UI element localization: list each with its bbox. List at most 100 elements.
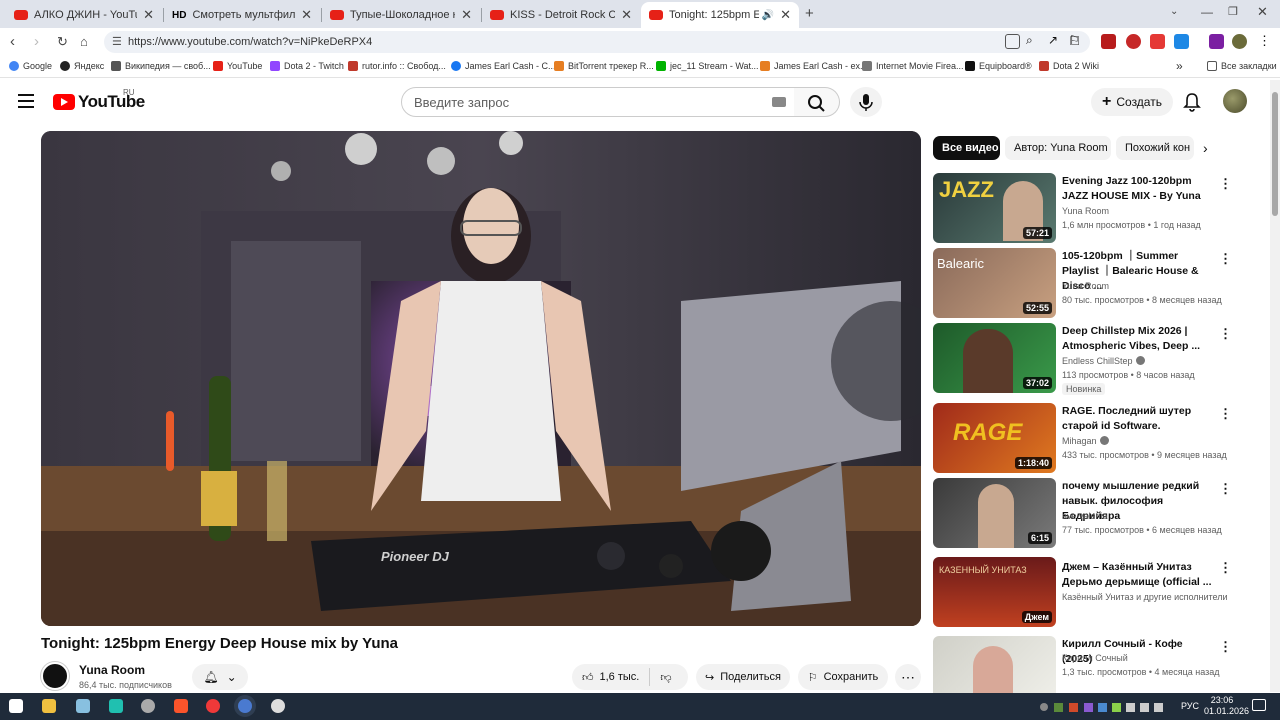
- system-tray-icons[interactable]: [1040, 700, 1168, 712]
- steam-icon[interactable]: [271, 699, 285, 713]
- browser-tab[interactable]: Тупые-Шоколадное кафе - Yo ✕: [322, 2, 480, 28]
- install-app-icon[interactable]: [1005, 34, 1020, 49]
- recommendation-title[interactable]: Evening Jazz 100-120bpm JAZZ HOUSE MIX -…: [1062, 174, 1212, 204]
- chip-author[interactable]: Автор: Yuna Room: [1005, 136, 1111, 160]
- browser-tab[interactable]: HD Смотреть мультфильмы Клаус о ✕: [164, 2, 320, 28]
- youtube-logo[interactable]: YouTube RU: [53, 88, 145, 112]
- close-icon[interactable]: ✕: [621, 7, 632, 23]
- video-thumbnail[interactable]: КАЗЕННЫЙ УНИТАЗ Джем: [933, 557, 1056, 627]
- recommendation-item[interactable]: 6:15 почему мышление редкий навык. филос…: [933, 478, 1233, 548]
- recommendation-channel[interactable]: ave.valeriia: [1062, 511, 1108, 521]
- kebab-menu-icon[interactable]: ⋮: [1219, 251, 1232, 267]
- bookmark-item[interactable]: James Earl Cash - C...: [451, 61, 556, 71]
- close-icon[interactable]: ✕: [780, 7, 791, 23]
- tab-search-icon[interactable]: ⌄: [1170, 6, 1178, 17]
- close-icon[interactable]: ✕: [143, 7, 154, 23]
- recommendation-title[interactable]: RAGE. Последний шутер старой id Software…: [1062, 404, 1212, 434]
- recommendation-channel[interactable]: Yuna Room: [1062, 281, 1109, 291]
- recommendation-item[interactable]: JAZZ 57:21 Evening Jazz 100-120bpm JAZZ …: [933, 173, 1233, 243]
- channel-avatar[interactable]: [41, 662, 69, 690]
- share-button[interactable]: ↪ Поделиться: [696, 664, 790, 690]
- page-scrollbar[interactable]: [1270, 80, 1280, 692]
- video-thumbnail[interactable]: Balearic 52:55: [933, 248, 1056, 318]
- recommendation-channel[interactable]: Казённый Унитаз и другие исполнители: [1062, 592, 1228, 602]
- bookmark-item[interactable]: Equipboard®: [965, 61, 1032, 71]
- kebab-menu-icon[interactable]: ⋮: [1219, 406, 1232, 422]
- search-input[interactable]: Введите запрос: [401, 87, 795, 117]
- speaker-icon[interactable]: 🔊: [762, 10, 774, 21]
- browser-icon-active[interactable]: [238, 699, 252, 713]
- bookmark-item[interactable]: Dota 2 - Twitch: [270, 61, 344, 71]
- browser-tab-active[interactable]: Tonight: 125bpm Energy D 🔊 ✕: [641, 2, 799, 28]
- site-info-icon[interactable]: ☰: [112, 35, 122, 48]
- video-thumbnail[interactable]: 6:15: [933, 478, 1056, 548]
- kebab-menu-icon[interactable]: ⋮: [1219, 326, 1232, 342]
- bookmark-item[interactable]: Википедия — своб...: [111, 61, 211, 71]
- extension-icon[interactable]: [1101, 34, 1116, 49]
- new-tab-button[interactable]: +: [805, 5, 814, 22]
- chip-similar[interactable]: Похожий кон: [1116, 136, 1194, 160]
- recommendation-channel[interactable]: Кирилл Сочный: [1062, 653, 1128, 663]
- app-icon[interactable]: [76, 699, 90, 713]
- save-button[interactable]: ⚐ Сохранить: [798, 664, 888, 690]
- kebab-menu-icon[interactable]: ⋮: [1219, 176, 1232, 192]
- sidebar-icon[interactable]: [1209, 34, 1224, 49]
- reload-icon[interactable]: ↻: [57, 34, 68, 50]
- keyboard-icon[interactable]: [772, 97, 786, 107]
- video-player[interactable]: Pioneer DJ: [41, 131, 921, 626]
- recommendation-title[interactable]: Джем – Казённый Унитаз Дерьмо дерьмище (…: [1062, 560, 1212, 590]
- chip-all-videos[interactable]: Все видео: [933, 136, 1000, 160]
- profile-icon[interactable]: [1232, 34, 1247, 49]
- bookmark-item[interactable]: Dota 2 Wiki: [1039, 61, 1099, 71]
- bookmarks-overflow-button[interactable]: »: [1176, 59, 1183, 73]
- share-page-icon[interactable]: ↗: [1048, 33, 1058, 47]
- window-close-icon[interactable]: ✕: [1257, 4, 1268, 20]
- close-icon[interactable]: ✕: [301, 7, 312, 23]
- app-icon[interactable]: [141, 699, 155, 713]
- clock[interactable]: 23:06 01.01.2026: [1204, 695, 1249, 717]
- subscription-button[interactable]: 🔔︎ ⌄: [192, 664, 248, 690]
- kebab-menu-icon[interactable]: ⋮: [1219, 560, 1232, 576]
- chevron-right-icon[interactable]: ›: [1203, 140, 1208, 156]
- kebab-menu-icon[interactable]: ⋮: [1219, 481, 1232, 497]
- video-thumbnail[interactable]: [933, 636, 1056, 693]
- kebab-menu-icon[interactable]: ⋮: [1219, 639, 1232, 655]
- hamburger-menu-icon[interactable]: [18, 94, 34, 108]
- recommendation-channel-row[interactable]: Mihagan: [1062, 436, 1109, 446]
- recommendation-item[interactable]: Кирилл Сочный - Кофе (2025) Кирилл Сочны…: [933, 636, 1233, 693]
- search-button[interactable]: [794, 87, 840, 117]
- vivaldi-icon[interactable]: [206, 699, 220, 713]
- bookmark-item[interactable]: Google: [9, 61, 52, 71]
- channel-name[interactable]: Yuna Room: [79, 663, 145, 677]
- file-explorer-icon[interactable]: [42, 699, 56, 713]
- bookmark-item[interactable]: James Earl Cash - ex...: [760, 61, 868, 71]
- bookmark-icon[interactable]: ⚐: [1069, 33, 1080, 47]
- recommendation-item[interactable]: Balearic 52:55 105-120bpm ｜Summer Playli…: [933, 248, 1233, 318]
- app-icon[interactable]: [109, 699, 123, 713]
- notification-center-icon[interactable]: [1252, 699, 1266, 711]
- recommendation-channel-row[interactable]: Endless ChillStep: [1062, 356, 1145, 366]
- voice-search-button[interactable]: [850, 87, 882, 117]
- minimize-icon[interactable]: —: [1201, 5, 1213, 19]
- video-thumbnail[interactable]: JAZZ 57:21: [933, 173, 1056, 243]
- forward-icon[interactable]: ›: [34, 33, 39, 50]
- bookmark-item[interactable]: Яндекс: [60, 61, 104, 71]
- browser-tab[interactable]: KISS - Detroit Rock City (cover ✕: [482, 2, 640, 28]
- browser-tab[interactable]: АЛКО ДЖИН - YouTube ✕: [6, 2, 162, 28]
- video-thumbnail[interactable]: RAGE 1:18:40: [933, 403, 1056, 473]
- brave-icon[interactable]: [174, 699, 188, 713]
- dislike-button[interactable]: 👎︎: [650, 664, 681, 690]
- recommendation-title[interactable]: Deep Chillstep Mix 2026 | Atmospheric Vi…: [1062, 324, 1212, 354]
- close-icon[interactable]: ✕: [461, 7, 472, 23]
- back-icon[interactable]: ‹: [10, 33, 15, 50]
- extension-icon[interactable]: [1126, 34, 1141, 49]
- restore-icon[interactable]: ❐: [1228, 5, 1238, 18]
- language-indicator[interactable]: РУС: [1181, 701, 1199, 711]
- address-bar[interactable]: ☰ https://www.youtube.com/watch?v=NiPkeD…: [104, 31, 1090, 53]
- account-avatar[interactable]: [1223, 89, 1247, 113]
- bookmark-item[interactable]: rutor.info :: Свобод...: [348, 61, 446, 71]
- browser-menu-icon[interactable]: ⋮: [1258, 33, 1271, 49]
- zoom-icon[interactable]: ⌕: [1026, 33, 1033, 48]
- recommendation-item[interactable]: RAGE 1:18:40 RAGE. Последний шутер старо…: [933, 403, 1233, 473]
- more-actions-button[interactable]: ⋯: [895, 664, 921, 690]
